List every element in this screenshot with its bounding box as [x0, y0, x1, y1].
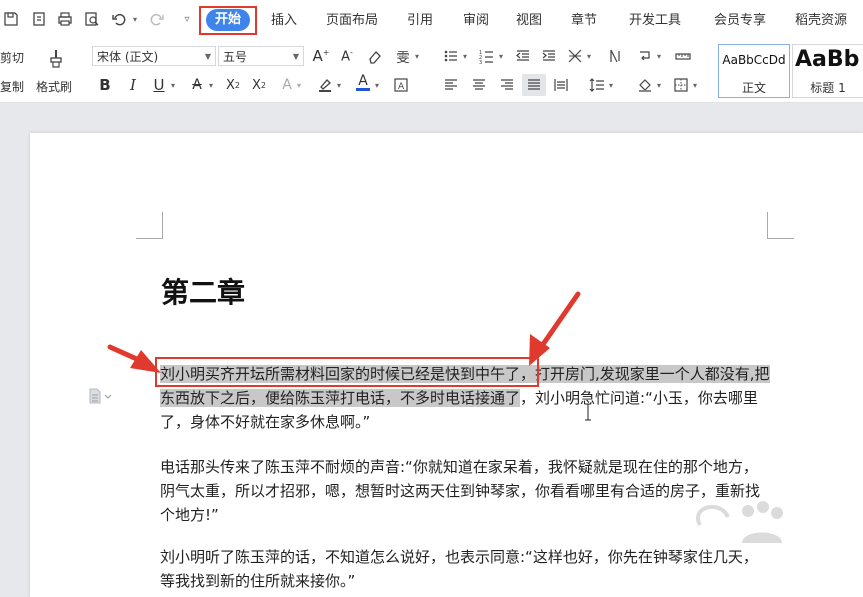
subscript-icon[interactable]: X2 — [250, 76, 268, 94]
chapter-heading[interactable]: 第二章 — [161, 271, 245, 311]
align-left-icon[interactable] — [442, 76, 460, 94]
style-normal[interactable]: AaBbCcDd 正文 — [718, 44, 790, 98]
clear-format-icon[interactable] — [366, 47, 384, 65]
format-painter-icon[interactable] — [46, 46, 66, 70]
margin-corner-top-left — [136, 212, 163, 239]
format-painter-button[interactable]: 格式刷 — [36, 78, 72, 95]
chevron-down-icon[interactable]: ▾ — [372, 76, 382, 94]
font-name-select[interactable]: 宋体 (正文) ▼ — [92, 46, 216, 66]
phonetic-guide-icon[interactable]: 雯 — [394, 47, 412, 66]
chevron-down-icon[interactable]: ▾ — [654, 76, 664, 94]
style-heading-1[interactable]: AaBb 标题 1 — [792, 44, 863, 98]
undo-dropdown-icon[interactable]: ▾ — [130, 10, 140, 28]
ruler-icon[interactable] — [674, 47, 692, 65]
shading-icon[interactable] — [636, 76, 654, 94]
text-direction-icon[interactable] — [606, 47, 624, 65]
bold-icon[interactable]: B — [96, 76, 114, 94]
chevron-down-icon: ▼ — [204, 52, 211, 61]
shrink-font-icon[interactable]: A- — [338, 47, 356, 65]
style-heading-1-label: 标题 1 — [810, 81, 846, 95]
chevron-down-icon[interactable]: ▾ — [294, 76, 304, 94]
align-right-icon[interactable] — [498, 76, 516, 94]
chinese-layout-icon[interactable] — [566, 47, 584, 65]
borders-icon[interactable] — [672, 76, 690, 94]
tab-developer-tools[interactable]: 开发工具 — [629, 13, 681, 29]
font-size-select[interactable]: 五号 ▼ — [218, 46, 304, 66]
line-break-icon[interactable] — [636, 47, 654, 65]
chevron-down-icon[interactable]: ▾ — [496, 47, 506, 65]
customize-quick-access-icon[interactable]: ▿ — [178, 10, 196, 28]
chevron-down-icon[interactable]: ▾ — [460, 47, 470, 65]
character-border-icon[interactable]: A — [392, 76, 410, 94]
justify-icon[interactable] — [522, 74, 546, 96]
tab-view[interactable]: 视图 — [516, 13, 542, 29]
tab-docer-resources[interactable]: 稻壳资源 — [795, 13, 847, 29]
ribbon-home: 剪切 复制 格式刷 宋体 (正文) ▼ 五号 ▼ A+ A- 雯 ▾ B I U… — [0, 40, 863, 103]
decrease-indent-icon[interactable] — [514, 47, 532, 65]
menu-bar: ▾ ▿ 开始 插入 页面布局 引用 审阅 视图 章节 开发工具 会员专享 稻壳资… — [0, 0, 863, 40]
increase-indent-icon[interactable] — [540, 47, 558, 65]
tab-member-exclusive[interactable]: 会员专享 — [714, 13, 766, 29]
chevron-down-icon[interactable]: ▾ — [654, 47, 664, 65]
text-cursor-icon — [584, 403, 592, 421]
align-center-icon[interactable] — [470, 76, 488, 94]
grow-font-icon[interactable]: A+ — [312, 47, 330, 65]
tab-sections[interactable]: 章节 — [571, 13, 597, 29]
margin-corner-top-right — [767, 212, 794, 239]
paragraph-layout-icon[interactable] — [88, 388, 112, 404]
watermark-logo — [660, 495, 850, 565]
bullet-list-icon[interactable] — [442, 47, 460, 65]
chevron-down-icon[interactable]: ▾ — [606, 76, 616, 94]
print-icon[interactable] — [56, 10, 74, 28]
style-heading-1-sample: AaBb — [795, 47, 860, 72]
cut-button[interactable]: 剪切 — [0, 49, 24, 66]
chevron-down-icon[interactable]: ▾ — [334, 76, 344, 94]
tab-references[interactable]: 引用 — [407, 13, 433, 29]
highlight-color-icon[interactable] — [316, 76, 334, 94]
svg-text:3: 3 — [479, 60, 482, 64]
chevron-down-icon[interactable]: ▾ — [584, 47, 594, 65]
distributed-align-icon[interactable] — [552, 76, 570, 94]
annotation-tab-highlight — [199, 6, 257, 35]
style-normal-label: 正文 — [741, 81, 766, 95]
superscript-icon[interactable]: X2 — [224, 76, 242, 94]
redo-icon[interactable] — [148, 10, 166, 28]
underline-icon[interactable]: U — [150, 76, 168, 94]
print-preview-icon[interactable] — [83, 10, 101, 28]
undo-icon[interactable] — [110, 10, 128, 28]
chevron-down-icon[interactable]: ▾ — [168, 76, 178, 94]
font-color-icon[interactable]: A — [354, 74, 372, 92]
numbered-list-icon[interactable]: 123 — [478, 47, 496, 65]
style-normal-sample: AaBbCcDd — [722, 53, 786, 67]
chevron-down-icon[interactable]: ▾ — [206, 76, 216, 94]
strikethrough-icon[interactable]: A — [188, 76, 206, 94]
svg-text:A: A — [398, 82, 405, 92]
tab-insert[interactable]: 插入 — [271, 13, 297, 29]
chevron-down-icon[interactable]: ▾ — [412, 47, 422, 65]
annotation-selection-box — [155, 357, 539, 387]
font-name-value: 宋体 (正文) — [97, 50, 159, 64]
chevron-down-icon[interactable]: ▾ — [690, 76, 700, 94]
export-icon[interactable] — [30, 10, 48, 28]
italic-icon[interactable]: I — [124, 76, 142, 94]
tab-review[interactable]: 审阅 — [463, 13, 489, 29]
chevron-down-icon: ▼ — [292, 52, 299, 61]
font-size-value: 五号 — [223, 50, 248, 64]
line-spacing-icon[interactable] — [588, 76, 606, 94]
copy-button[interactable]: 复制 — [0, 78, 24, 95]
tab-page-layout[interactable]: 页面布局 — [326, 13, 378, 29]
save-icon[interactable] — [2, 10, 20, 28]
